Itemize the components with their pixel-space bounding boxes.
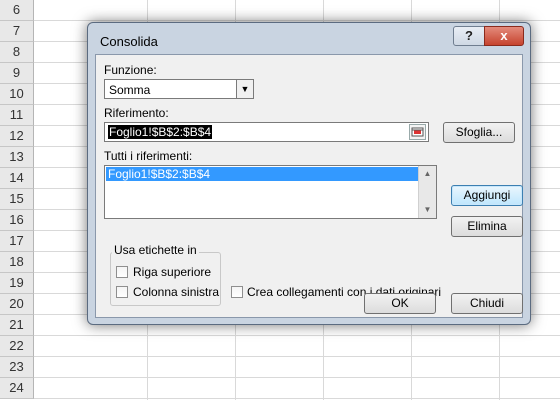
ok-button[interactable]: OK	[364, 293, 436, 314]
row-header[interactable]: 6	[0, 0, 34, 21]
row-header[interactable]: 11	[0, 105, 34, 126]
row-header[interactable]: 12	[0, 126, 34, 147]
list-item[interactable]: Foglio1!$B$2:$B$4	[106, 167, 419, 181]
row-header[interactable]: 24	[0, 378, 34, 399]
function-value: Somma	[109, 83, 151, 97]
dialog-titlebar[interactable]: Consolida ? x	[88, 23, 530, 53]
close-icon[interactable]: x	[484, 26, 524, 46]
all-references-list[interactable]: Foglio1!$B$2:$B$4 ▲ ▼	[104, 165, 437, 219]
row-header[interactable]: 16	[0, 210, 34, 231]
dialog-title: Consolida	[100, 34, 158, 49]
close-button[interactable]: Chiudi	[451, 293, 523, 314]
list-scrollbar[interactable]: ▲ ▼	[418, 166, 436, 218]
use-labels-title: Usa etichette in	[112, 243, 199, 257]
reference-value: Foglio1!$B$2:$B$4	[108, 125, 213, 139]
row-header[interactable]: 14	[0, 168, 34, 189]
sheet-row[interactable]	[34, 0, 560, 21]
scroll-up-icon[interactable]: ▲	[419, 166, 436, 182]
top-row-label[interactable]: Riga superiore	[133, 265, 211, 279]
row-header[interactable]: 13	[0, 147, 34, 168]
collapse-dialog-icon[interactable]	[409, 124, 426, 140]
row-header[interactable]: 21	[0, 315, 34, 336]
sheet-row[interactable]	[34, 336, 560, 357]
reference-input[interactable]: Foglio1!$B$2:$B$4	[104, 122, 429, 142]
add-button[interactable]: Aggiungi	[451, 185, 523, 206]
row-header[interactable]: 19	[0, 273, 34, 294]
function-label: Funzione:	[104, 63, 157, 77]
left-column-label[interactable]: Colonna sinistra	[133, 285, 219, 299]
all-references-label: Tutti i riferimenti:	[104, 149, 193, 163]
scroll-down-icon[interactable]: ▼	[419, 202, 436, 218]
row-header[interactable]: 7	[0, 21, 34, 42]
left-column-checkbox[interactable]	[116, 286, 128, 298]
range-select-icon	[411, 127, 424, 137]
delete-button[interactable]: Elimina	[451, 216, 523, 237]
row-header[interactable]: 17	[0, 231, 34, 252]
row-header[interactable]: 15	[0, 189, 34, 210]
sheet-row[interactable]	[34, 378, 560, 399]
row-header[interactable]: 23	[0, 357, 34, 378]
row-header[interactable]: 9	[0, 63, 34, 84]
sheet-row[interactable]	[34, 357, 560, 378]
row-header[interactable]: 22	[0, 336, 34, 357]
dialog-body: Funzione: Somma ▼ Riferimento: Foglio1!$…	[95, 54, 523, 318]
chevron-down-icon[interactable]: ▼	[236, 80, 253, 98]
row-header[interactable]: 8	[0, 42, 34, 63]
create-links-checkbox[interactable]	[231, 286, 243, 298]
browse-button[interactable]: Sfoglia...	[443, 122, 515, 143]
row-header[interactable]: 20	[0, 294, 34, 315]
function-select[interactable]: Somma ▼	[104, 79, 254, 99]
row-header[interactable]: 10	[0, 84, 34, 105]
reference-label: Riferimento:	[104, 106, 169, 120]
top-row-checkbox[interactable]	[116, 266, 128, 278]
consolidate-dialog: Consolida ? x Funzione: Somma ▼ Riferime…	[87, 22, 531, 325]
row-header[interactable]: 18	[0, 252, 34, 273]
help-icon[interactable]: ?	[453, 26, 485, 46]
